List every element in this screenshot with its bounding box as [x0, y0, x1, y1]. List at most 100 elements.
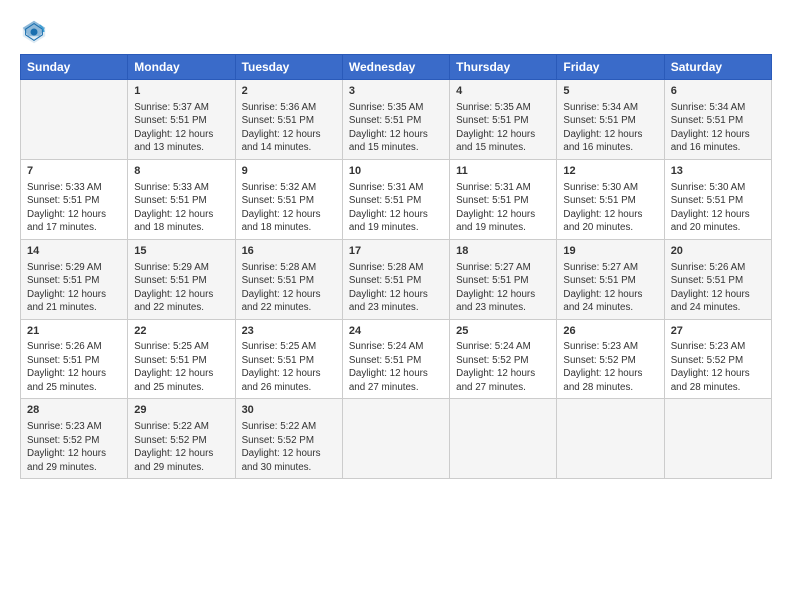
calendar-cell: 14 Sunrise: 5:29 AM Sunset: 5:51 PM Dayli…: [21, 239, 128, 319]
calendar-table: SundayMondayTuesdayWednesdayThursdayFrid…: [20, 54, 772, 479]
day-number: 27: [671, 324, 765, 339]
col-header-sunday: Sunday: [21, 55, 128, 80]
day-info: Sunrise: 5:25 AM Sunset: 5:51 PM Dayligh…: [134, 341, 213, 393]
day-number: 26: [563, 324, 657, 339]
day-info: Sunrise: 5:30 AM Sunset: 5:51 PM Dayligh…: [671, 182, 750, 234]
day-number: 22: [134, 324, 228, 339]
day-info: Sunrise: 5:35 AM Sunset: 5:51 PM Dayligh…: [456, 102, 535, 154]
day-number: 7: [27, 164, 121, 179]
calendar-cell: 9 Sunrise: 5:32 AM Sunset: 5:51 PM Daylig…: [235, 159, 342, 239]
day-number: 11: [456, 164, 550, 179]
day-number: 20: [671, 244, 765, 259]
calendar-cell: 1Sunrise: 5:37 AM Sunset: 5:51 PM Daylig…: [128, 80, 235, 160]
day-number: 28: [27, 403, 121, 418]
logo-icon: [20, 18, 48, 46]
day-info: Sunrise: 5:31 AM Sunset: 5:51 PM Dayligh…: [456, 182, 535, 234]
day-info: Sunrise: 5:31 AM Sunset: 5:51 PM Dayligh…: [349, 182, 428, 234]
day-number: 2: [242, 84, 336, 99]
col-header-saturday: Saturday: [664, 55, 771, 80]
day-number: 3: [349, 84, 443, 99]
day-info: Sunrise: 5:24 AM Sunset: 5:51 PM Dayligh…: [349, 341, 428, 393]
day-number: 25: [456, 324, 550, 339]
day-number: 12: [563, 164, 657, 179]
day-number: 29: [134, 403, 228, 418]
calendar-cell: 21Sunrise: 5:26 AM Sunset: 5:51 PM Dayli…: [21, 319, 128, 399]
day-number: 30: [242, 403, 336, 418]
col-header-wednesday: Wednesday: [342, 55, 449, 80]
day-info: Sunrise: 5:24 AM Sunset: 5:52 PM Dayligh…: [456, 341, 535, 393]
calendar-cell: 23Sunrise: 5:25 AM Sunset: 5:51 PM Dayli…: [235, 319, 342, 399]
main-container: SundayMondayTuesdayWednesdayThursdayFrid…: [0, 0, 792, 489]
day-info: Sunrise: 5:30 AM Sunset: 5:51 PM Dayligh…: [563, 182, 642, 234]
calendar-cell: 4 Sunrise: 5:35 AM Sunset: 5:51 PM Daylig…: [450, 80, 557, 160]
day-number: 14: [27, 244, 121, 259]
day-info: Sunrise: 5:22 AM Sunset: 5:52 PM Dayligh…: [242, 421, 321, 473]
day-number: 24: [349, 324, 443, 339]
day-info: Sunrise: 5:23 AM Sunset: 5:52 PM Dayligh…: [671, 341, 750, 393]
day-info: Sunrise: 5:34 AM Sunset: 5:51 PM Dayligh…: [563, 102, 642, 154]
day-info: Sunrise: 5:22 AM Sunset: 5:52 PM Dayligh…: [134, 421, 213, 473]
calendar-cell: 10 Sunrise: 5:31 AM Sunset: 5:51 PM Dayli…: [342, 159, 449, 239]
day-number: 15: [134, 244, 228, 259]
calendar-cell: 20 Sunrise: 5:26 AM Sunset: 5:51 PM Dayli…: [664, 239, 771, 319]
day-info: Sunrise: 5:23 AM Sunset: 5:52 PM Dayligh…: [27, 421, 106, 473]
header-area: [20, 18, 772, 46]
day-info: Sunrise: 5:28 AM Sunset: 5:51 PM Dayligh…: [349, 262, 428, 314]
calendar-cell: 3 Sunrise: 5:35 AM Sunset: 5:51 PM Daylig…: [342, 80, 449, 160]
calendar-cell: 13Sunrise: 5:30 AM Sunset: 5:51 PM Dayli…: [664, 159, 771, 239]
col-header-friday: Friday: [557, 55, 664, 80]
calendar-cell: [450, 399, 557, 479]
week-row-2: 7 Sunrise: 5:33 AM Sunset: 5:51 PM Daylig…: [21, 159, 772, 239]
calendar-cell: 5 Sunrise: 5:34 AM Sunset: 5:51 PM Daylig…: [557, 80, 664, 160]
calendar-cell: 26 Sunrise: 5:23 AM Sunset: 5:52 PM Dayli…: [557, 319, 664, 399]
day-number: 19: [563, 244, 657, 259]
day-info: Sunrise: 5:37 AM Sunset: 5:51 PM Dayligh…: [134, 102, 213, 154]
day-number: 10: [349, 164, 443, 179]
day-info: Sunrise: 5:25 AM Sunset: 5:51 PM Dayligh…: [242, 341, 321, 393]
day-info: Sunrise: 5:29 AM Sunset: 5:51 PM Dayligh…: [27, 262, 106, 314]
week-row-3: 14 Sunrise: 5:29 AM Sunset: 5:51 PM Dayli…: [21, 239, 772, 319]
day-info: Sunrise: 5:35 AM Sunset: 5:51 PM Dayligh…: [349, 102, 428, 154]
day-number: 8: [134, 164, 228, 179]
calendar-cell: [21, 80, 128, 160]
calendar-cell: 11 Sunrise: 5:31 AM Sunset: 5:51 PM Dayli…: [450, 159, 557, 239]
calendar-cell: 6Sunrise: 5:34 AM Sunset: 5:51 PM Daylig…: [664, 80, 771, 160]
day-info: Sunrise: 5:27 AM Sunset: 5:51 PM Dayligh…: [456, 262, 535, 314]
calendar-cell: 15 Sunrise: 5:29 AM Sunset: 5:51 PM Dayli…: [128, 239, 235, 319]
day-info: Sunrise: 5:33 AM Sunset: 5:51 PM Dayligh…: [134, 182, 213, 234]
day-info: Sunrise: 5:29 AM Sunset: 5:51 PM Dayligh…: [134, 262, 213, 314]
day-info: Sunrise: 5:26 AM Sunset: 5:51 PM Dayligh…: [27, 341, 106, 393]
day-number: 5: [563, 84, 657, 99]
calendar-cell: [664, 399, 771, 479]
day-info: Sunrise: 5:27 AM Sunset: 5:51 PM Dayligh…: [563, 262, 642, 314]
calendar-cell: 8 Sunrise: 5:33 AM Sunset: 5:51 PM Daylig…: [128, 159, 235, 239]
calendar-cell: 12 Sunrise: 5:30 AM Sunset: 5:51 PM Dayli…: [557, 159, 664, 239]
day-info: Sunrise: 5:23 AM Sunset: 5:52 PM Dayligh…: [563, 341, 642, 393]
day-number: 6: [671, 84, 765, 99]
calendar-cell: 18 Sunrise: 5:27 AM Sunset: 5:51 PM Dayli…: [450, 239, 557, 319]
col-header-monday: Monday: [128, 55, 235, 80]
day-number: 17: [349, 244, 443, 259]
day-info: Sunrise: 5:26 AM Sunset: 5:51 PM Dayligh…: [671, 262, 750, 314]
day-info: Sunrise: 5:36 AM Sunset: 5:51 PM Dayligh…: [242, 102, 321, 154]
week-row-1: 1Sunrise: 5:37 AM Sunset: 5:51 PM Daylig…: [21, 80, 772, 160]
day-number: 9: [242, 164, 336, 179]
header-row: SundayMondayTuesdayWednesdayThursdayFrid…: [21, 55, 772, 80]
day-number: 18: [456, 244, 550, 259]
calendar-cell: 19 Sunrise: 5:27 AM Sunset: 5:51 PM Dayli…: [557, 239, 664, 319]
week-row-5: 28 Sunrise: 5:23 AM Sunset: 5:52 PM Dayli…: [21, 399, 772, 479]
day-info: Sunrise: 5:32 AM Sunset: 5:51 PM Dayligh…: [242, 182, 321, 234]
week-row-4: 21Sunrise: 5:26 AM Sunset: 5:51 PM Dayli…: [21, 319, 772, 399]
col-header-thursday: Thursday: [450, 55, 557, 80]
calendar-cell: 29 Sunrise: 5:22 AM Sunset: 5:52 PM Dayli…: [128, 399, 235, 479]
calendar-cell: 7 Sunrise: 5:33 AM Sunset: 5:51 PM Daylig…: [21, 159, 128, 239]
day-info: Sunrise: 5:33 AM Sunset: 5:51 PM Dayligh…: [27, 182, 106, 234]
calendar-cell: 28 Sunrise: 5:23 AM Sunset: 5:52 PM Dayli…: [21, 399, 128, 479]
calendar-cell: [342, 399, 449, 479]
day-number: 4: [456, 84, 550, 99]
calendar-cell: 25 Sunrise: 5:24 AM Sunset: 5:52 PM Dayli…: [450, 319, 557, 399]
calendar-cell: [557, 399, 664, 479]
calendar-cell: 30 Sunrise: 5:22 AM Sunset: 5:52 PM Dayli…: [235, 399, 342, 479]
calendar-cell: 27 Sunrise: 5:23 AM Sunset: 5:52 PM Dayli…: [664, 319, 771, 399]
logo: [20, 18, 52, 46]
